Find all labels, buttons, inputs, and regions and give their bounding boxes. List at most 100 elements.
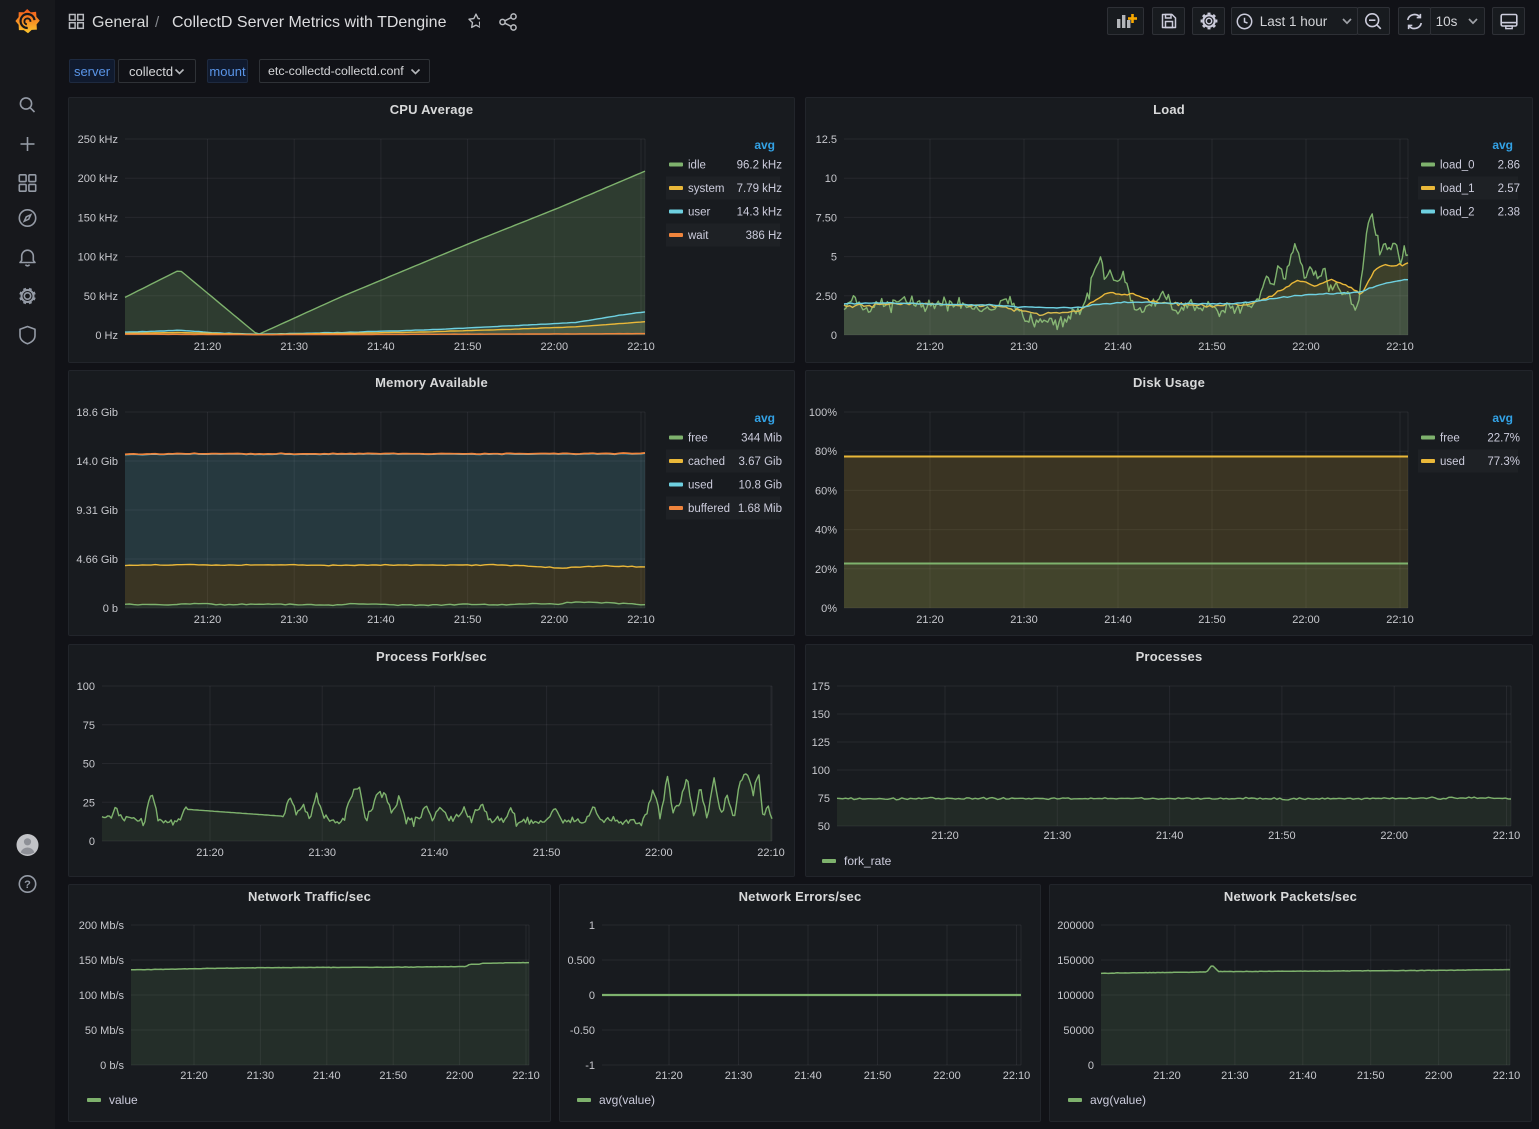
svg-text:50 kHz: 50 kHz — [84, 291, 118, 303]
svg-text:22:10: 22:10 — [757, 847, 785, 859]
svg-text:CollectD Server Metrics with T: CollectD Server Metrics with TDengine — [172, 14, 447, 31]
svg-text:2.57: 2.57 — [1498, 183, 1520, 195]
svg-text:load_2: load_2 — [1440, 207, 1475, 219]
svg-text:2.50: 2.50 — [816, 291, 837, 303]
svg-text:21:30: 21:30 — [1221, 1070, 1249, 1082]
svg-text:21:30: 21:30 — [725, 1070, 753, 1082]
svg-text:21:40: 21:40 — [794, 1070, 822, 1082]
svg-text:General: General — [92, 14, 149, 31]
svg-text:0: 0 — [589, 990, 595, 1002]
svg-text:value: value — [109, 1093, 138, 1107]
svg-text:21:20: 21:20 — [655, 1070, 683, 1082]
svg-text:21:20: 21:20 — [916, 614, 944, 626]
svg-text:1: 1 — [589, 920, 595, 932]
svg-text:fork_rate: fork_rate — [844, 854, 892, 868]
svg-text:0: 0 — [89, 836, 95, 848]
svg-text:60%: 60% — [815, 485, 837, 497]
svg-text:-0.50: -0.50 — [570, 1025, 595, 1037]
svg-text:125: 125 — [812, 737, 830, 749]
svg-text:21:20: 21:20 — [1153, 1070, 1181, 1082]
svg-text:25: 25 — [83, 797, 95, 809]
svg-text:21:50: 21:50 — [1268, 830, 1296, 842]
svg-text:22:00: 22:00 — [1425, 1070, 1453, 1082]
svg-text:21:30: 21:30 — [1010, 614, 1038, 626]
svg-text:21:50: 21:50 — [379, 1070, 407, 1082]
svg-text:150000: 150000 — [1057, 955, 1094, 967]
svg-text:50: 50 — [83, 759, 95, 771]
svg-text:wait: wait — [687, 230, 709, 242]
svg-text:10: 10 — [825, 173, 837, 185]
svg-text:200 Mb/s: 200 Mb/s — [79, 920, 125, 932]
svg-text:user: user — [688, 207, 711, 219]
svg-text:22:10: 22:10 — [627, 614, 655, 626]
svg-text:150 kHz: 150 kHz — [78, 212, 118, 224]
svg-text:21:50: 21:50 — [454, 614, 482, 626]
svg-text:21:50: 21:50 — [533, 847, 561, 859]
svg-text:22:10: 22:10 — [1003, 1070, 1031, 1082]
svg-text:21:40: 21:40 — [1289, 1070, 1317, 1082]
svg-text:22:10: 22:10 — [1386, 341, 1414, 353]
svg-text:21:20: 21:20 — [194, 614, 222, 626]
svg-text:0%: 0% — [821, 603, 837, 615]
svg-text:21:40: 21:40 — [367, 341, 395, 353]
svg-text:22:10: 22:10 — [1493, 1070, 1521, 1082]
svg-text:21:40: 21:40 — [421, 847, 449, 859]
svg-text:avg: avg — [754, 138, 775, 152]
svg-text:175: 175 — [812, 681, 830, 693]
svg-text:21:30: 21:30 — [1010, 341, 1038, 353]
svg-text:21:50: 21:50 — [1198, 341, 1226, 353]
svg-text:100000: 100000 — [1057, 990, 1094, 1002]
svg-text:used: used — [1440, 456, 1465, 468]
svg-text:14.0 Gib: 14.0 Gib — [76, 456, 118, 468]
svg-text:0 b/s: 0 b/s — [100, 1060, 124, 1072]
svg-text:150: 150 — [812, 709, 830, 721]
svg-text:used: used — [688, 480, 713, 492]
svg-text:100: 100 — [77, 681, 95, 693]
svg-text:40%: 40% — [815, 525, 837, 537]
svg-text:50 Mb/s: 50 Mb/s — [85, 1025, 125, 1037]
svg-text:22:00: 22:00 — [1292, 614, 1320, 626]
svg-text:20%: 20% — [815, 564, 837, 576]
svg-text:21:20: 21:20 — [916, 341, 944, 353]
svg-text:250 kHz: 250 kHz — [78, 134, 118, 146]
svg-text:22:00: 22:00 — [541, 614, 569, 626]
svg-text:50: 50 — [818, 821, 830, 833]
svg-text:22:10: 22:10 — [1386, 614, 1414, 626]
svg-text:100: 100 — [812, 765, 830, 777]
svg-text:0 Hz: 0 Hz — [95, 330, 118, 342]
svg-text:21:50: 21:50 — [1357, 1070, 1385, 1082]
svg-text:21:30: 21:30 — [247, 1070, 275, 1082]
svg-text:22:00: 22:00 — [645, 847, 673, 859]
svg-text:22:00: 22:00 — [446, 1070, 474, 1082]
svg-text:75: 75 — [83, 720, 95, 732]
svg-text:22:10: 22:10 — [512, 1070, 540, 1082]
svg-text:7.50: 7.50 — [816, 212, 837, 224]
svg-text:3.67 Gib: 3.67 Gib — [739, 456, 782, 468]
svg-text:21:50: 21:50 — [1198, 614, 1226, 626]
svg-text:21:50: 21:50 — [864, 1070, 892, 1082]
svg-text:free: free — [1440, 433, 1460, 445]
svg-text:avg: avg — [1492, 411, 1513, 425]
svg-text:22:00: 22:00 — [933, 1070, 961, 1082]
svg-text:21:30: 21:30 — [280, 614, 308, 626]
svg-text:-1: -1 — [585, 1060, 595, 1072]
svg-text:21:20: 21:20 — [196, 847, 224, 859]
svg-text:avg: avg — [1492, 138, 1513, 152]
svg-text:4.66 Gib: 4.66 Gib — [76, 554, 118, 566]
svg-text:386 Hz: 386 Hz — [746, 230, 783, 242]
svg-text:?: ? — [24, 879, 31, 891]
svg-text:avg(value): avg(value) — [599, 1093, 655, 1107]
svg-text:200000: 200000 — [1057, 920, 1094, 932]
svg-text:21:20: 21:20 — [180, 1070, 208, 1082]
svg-text:22:10: 22:10 — [1493, 830, 1521, 842]
svg-text:12.5: 12.5 — [816, 134, 837, 146]
svg-text:2.38: 2.38 — [1498, 207, 1520, 219]
svg-text:21:40: 21:40 — [1104, 341, 1132, 353]
svg-text:21:30: 21:30 — [1044, 830, 1072, 842]
svg-text:21:40: 21:40 — [367, 614, 395, 626]
svg-text:100%: 100% — [809, 407, 837, 419]
svg-text:14.3 kHz: 14.3 kHz — [737, 207, 783, 219]
svg-text:22:00: 22:00 — [1380, 830, 1408, 842]
svg-text:22:10: 22:10 — [627, 341, 655, 353]
svg-text:77.3%: 77.3% — [1487, 456, 1520, 468]
